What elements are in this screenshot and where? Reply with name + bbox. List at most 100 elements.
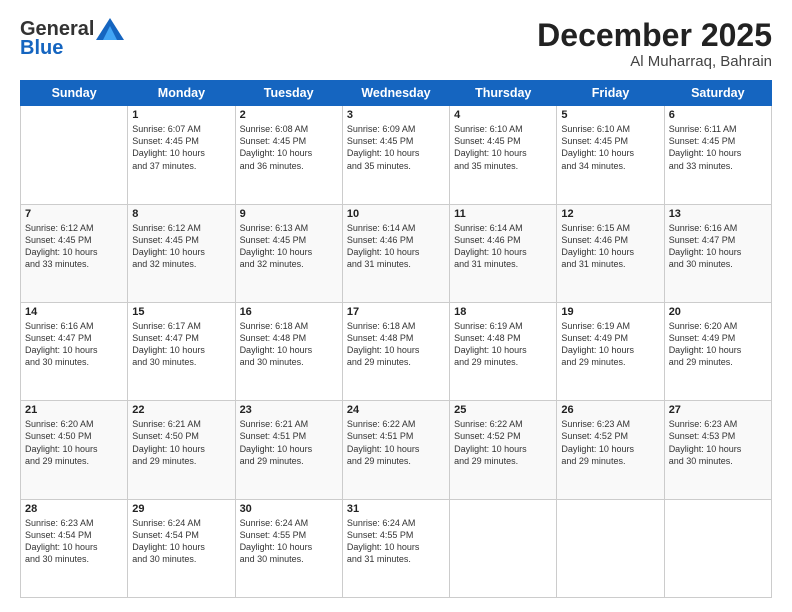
col-sunday: Sunday [21, 81, 128, 106]
day-number: 3 [347, 109, 445, 121]
col-monday: Monday [128, 81, 235, 106]
day-number: 23 [240, 404, 338, 416]
day-info: Sunrise: 6:24 AM Sunset: 4:55 PM Dayligh… [240, 517, 338, 566]
day-info: Sunrise: 6:17 AM Sunset: 4:47 PM Dayligh… [132, 320, 230, 369]
day-info: Sunrise: 6:20 AM Sunset: 4:49 PM Dayligh… [669, 320, 767, 369]
day-number: 29 [132, 503, 230, 515]
day-number: 18 [454, 306, 552, 318]
calendar-cell: 21Sunrise: 6:20 AM Sunset: 4:50 PM Dayli… [21, 401, 128, 499]
calendar-cell: 31 Sunrise: 6:24 AM Sunset: 4:55 PM Dayli… [342, 499, 449, 597]
day-info: Sunrise: 6:10 AM Sunset: 4:45 PM Dayligh… [454, 123, 552, 172]
col-saturday: Saturday [664, 81, 771, 106]
day-number: 30 [240, 503, 338, 515]
day-info: Sunrise: 6:18 AM Sunset: 4:48 PM Dayligh… [240, 320, 338, 369]
calendar-week-row: 21Sunrise: 6:20 AM Sunset: 4:50 PM Dayli… [21, 401, 772, 499]
calendar-cell: 22Sunrise: 6:21 AM Sunset: 4:50 PM Dayli… [128, 401, 235, 499]
logo-blue: Blue [20, 37, 63, 60]
day-info: Sunrise: 6:24 AM Sunset: 4:55 PM Dayligh… [347, 517, 445, 566]
calendar-cell: 2Sunrise: 6:08 AM Sunset: 4:45 PM Daylig… [235, 106, 342, 204]
page: General Blue December 2025 Al Muharraq, … [0, 0, 792, 612]
calendar-cell: 16 Sunrise: 6:18 AM Sunset: 4:48 PM Dayli… [235, 302, 342, 400]
day-info: Sunrise: 6:23 AM Sunset: 4:52 PM Dayligh… [561, 418, 659, 467]
col-wednesday: Wednesday [342, 81, 449, 106]
calendar-cell: 9Sunrise: 6:13 AM Sunset: 4:45 PM Daylig… [235, 204, 342, 302]
calendar-header-row: Sunday Monday Tuesday Wednesday Thursday… [21, 81, 772, 106]
calendar-cell: 3 Sunrise: 6:09 AM Sunset: 4:45 PM Daylig… [342, 106, 449, 204]
col-friday: Friday [557, 81, 664, 106]
day-number: 31 [347, 503, 445, 515]
day-info: Sunrise: 6:19 AM Sunset: 4:49 PM Dayligh… [561, 320, 659, 369]
calendar-cell: 25Sunrise: 6:22 AM Sunset: 4:52 PM Dayli… [450, 401, 557, 499]
day-info: Sunrise: 6:07 AM Sunset: 4:45 PM Dayligh… [132, 123, 230, 172]
calendar-table: Sunday Monday Tuesday Wednesday Thursday… [20, 80, 772, 598]
day-number: 28 [25, 503, 123, 515]
calendar-cell: 13 Sunrise: 6:16 AM Sunset: 4:47 PM Dayli… [664, 204, 771, 302]
day-number: 13 [669, 208, 767, 220]
calendar-cell [21, 106, 128, 204]
day-number: 1 [132, 109, 230, 121]
calendar-cell: 26Sunrise: 6:23 AM Sunset: 4:52 PM Dayli… [557, 401, 664, 499]
calendar-cell: 10 Sunrise: 6:14 AM Sunset: 4:46 PM Dayli… [342, 204, 449, 302]
day-number: 12 [561, 208, 659, 220]
day-number: 20 [669, 306, 767, 318]
day-info: Sunrise: 6:16 AM Sunset: 4:47 PM Dayligh… [25, 320, 123, 369]
day-info: Sunrise: 6:14 AM Sunset: 4:46 PM Dayligh… [347, 222, 445, 271]
calendar-cell: 27 Sunrise: 6:23 AM Sunset: 4:53 PM Dayli… [664, 401, 771, 499]
calendar-cell: 24Sunrise: 6:22 AM Sunset: 4:51 PM Dayli… [342, 401, 449, 499]
day-info: Sunrise: 6:14 AM Sunset: 4:46 PM Dayligh… [454, 222, 552, 271]
day-info: Sunrise: 6:20 AM Sunset: 4:50 PM Dayligh… [25, 418, 123, 467]
day-info: Sunrise: 6:10 AM Sunset: 4:45 PM Dayligh… [561, 123, 659, 172]
day-info: Sunrise: 6:21 AM Sunset: 4:50 PM Dayligh… [132, 418, 230, 467]
day-info: Sunrise: 6:12 AM Sunset: 4:45 PM Dayligh… [132, 222, 230, 271]
day-number: 9 [240, 208, 338, 220]
calendar-subtitle: Al Muharraq, Bahrain [537, 53, 772, 70]
calendar-cell: 30 Sunrise: 6:24 AM Sunset: 4:55 PM Dayli… [235, 499, 342, 597]
calendar-cell: 19 Sunrise: 6:19 AM Sunset: 4:49 PM Dayli… [557, 302, 664, 400]
day-info: Sunrise: 6:09 AM Sunset: 4:45 PM Dayligh… [347, 123, 445, 172]
calendar-week-row: 7 Sunrise: 6:12 AM Sunset: 4:45 PM Daylig… [21, 204, 772, 302]
day-number: 19 [561, 306, 659, 318]
calendar-cell: 14 Sunrise: 6:16 AM Sunset: 4:47 PM Dayli… [21, 302, 128, 400]
calendar-title: December 2025 [537, 18, 772, 53]
day-info: Sunrise: 6:19 AM Sunset: 4:48 PM Dayligh… [454, 320, 552, 369]
calendar-week-row: 1 Sunrise: 6:07 AM Sunset: 4:45 PM Daylig… [21, 106, 772, 204]
day-number: 2 [240, 109, 338, 121]
day-number: 5 [561, 109, 659, 121]
day-number: 25 [454, 404, 552, 416]
day-number: 7 [25, 208, 123, 220]
calendar-cell: 28 Sunrise: 6:23 AM Sunset: 4:54 PM Dayli… [21, 499, 128, 597]
day-number: 6 [669, 109, 767, 121]
col-tuesday: Tuesday [235, 81, 342, 106]
day-number: 10 [347, 208, 445, 220]
calendar-cell: 20 Sunrise: 6:20 AM Sunset: 4:49 PM Dayli… [664, 302, 771, 400]
day-number: 16 [240, 306, 338, 318]
calendar-cell: 29Sunrise: 6:24 AM Sunset: 4:54 PM Dayli… [128, 499, 235, 597]
day-number: 15 [132, 306, 230, 318]
calendar-cell: 17 Sunrise: 6:18 AM Sunset: 4:48 PM Dayli… [342, 302, 449, 400]
day-number: 8 [132, 208, 230, 220]
calendar-cell: 12Sunrise: 6:15 AM Sunset: 4:46 PM Dayli… [557, 204, 664, 302]
day-info: Sunrise: 6:23 AM Sunset: 4:54 PM Dayligh… [25, 517, 123, 566]
day-number: 14 [25, 306, 123, 318]
header: General Blue December 2025 Al Muharraq, … [20, 18, 772, 70]
day-number: 17 [347, 306, 445, 318]
calendar-cell [450, 499, 557, 597]
calendar-cell: 11Sunrise: 6:14 AM Sunset: 4:46 PM Dayli… [450, 204, 557, 302]
day-info: Sunrise: 6:12 AM Sunset: 4:45 PM Dayligh… [25, 222, 123, 271]
calendar-cell [664, 499, 771, 597]
logo: General Blue [20, 18, 124, 60]
day-info: Sunrise: 6:16 AM Sunset: 4:47 PM Dayligh… [669, 222, 767, 271]
calendar-cell: 15 Sunrise: 6:17 AM Sunset: 4:47 PM Dayli… [128, 302, 235, 400]
calendar-cell: 8 Sunrise: 6:12 AM Sunset: 4:45 PM Daylig… [128, 204, 235, 302]
calendar-cell: 5 Sunrise: 6:10 AM Sunset: 4:45 PM Daylig… [557, 106, 664, 204]
day-number: 27 [669, 404, 767, 416]
calendar-cell: 18 Sunrise: 6:19 AM Sunset: 4:48 PM Dayli… [450, 302, 557, 400]
day-info: Sunrise: 6:23 AM Sunset: 4:53 PM Dayligh… [669, 418, 767, 467]
day-number: 4 [454, 109, 552, 121]
calendar-week-row: 28 Sunrise: 6:23 AM Sunset: 4:54 PM Dayli… [21, 499, 772, 597]
title-block: December 2025 Al Muharraq, Bahrain [537, 18, 772, 70]
day-info: Sunrise: 6:11 AM Sunset: 4:45 PM Dayligh… [669, 123, 767, 172]
calendar-cell: 7 Sunrise: 6:12 AM Sunset: 4:45 PM Daylig… [21, 204, 128, 302]
calendar-cell [557, 499, 664, 597]
day-info: Sunrise: 6:18 AM Sunset: 4:48 PM Dayligh… [347, 320, 445, 369]
